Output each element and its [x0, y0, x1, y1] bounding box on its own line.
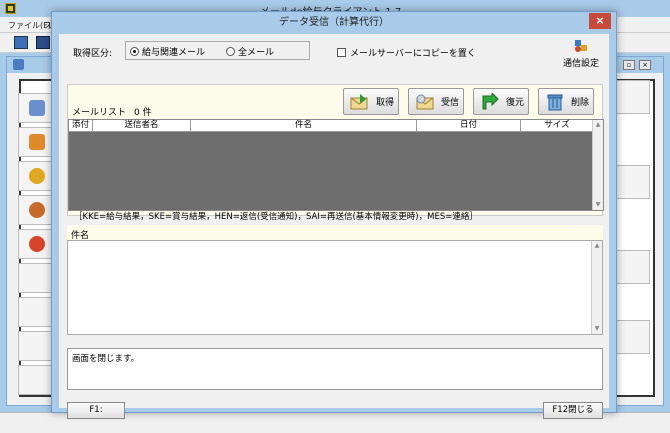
radio-salary-mail[interactable]: 給与関連メール	[130, 45, 205, 58]
menu-tile-icon	[29, 134, 45, 150]
checkbox-icon	[337, 48, 346, 57]
menu-tile-3[interactable]	[18, 161, 54, 191]
menu-tile-5[interactable]	[18, 229, 54, 259]
checkbox-label: メールサーバーにコピーを置く	[350, 49, 476, 59]
gears-icon	[29, 202, 45, 218]
gauge-icon	[29, 236, 45, 252]
radio-label: 全メール	[238, 48, 275, 58]
column-date[interactable]: 日付	[417, 120, 521, 132]
filter-label: 取得区分:	[73, 49, 113, 59]
column-attachment[interactable]: 添付	[69, 120, 93, 132]
dialog-body: 取得区分: 給与関連メール 全メール メールサーバーにコピーを置く 通信設定 メ…	[59, 34, 609, 419]
mail-list-panel: メールリスト 0 件 取得 受信 復元 削除 添付 送信者名 件名 日付 サイズ…	[67, 84, 604, 216]
data-receive-dialog: データ受信（計算代行） × 取得区分: 給与関連メール 全メール メールサーバー…	[51, 11, 617, 419]
receive-label: 受信	[441, 98, 460, 108]
child-close-icon[interactable]: ×	[639, 60, 651, 70]
scroll-down-icon[interactable]: ▼	[592, 324, 602, 334]
fetch-button[interactable]: 取得	[343, 88, 399, 115]
mail-fetch-icon	[350, 93, 368, 109]
menu-tile-8[interactable]	[18, 331, 54, 361]
child-restore-icon[interactable]: ▫	[623, 60, 635, 70]
app-logo-icon	[5, 3, 16, 14]
radio-unselected-icon	[226, 47, 235, 56]
scroll-down-icon[interactable]: ▼	[593, 200, 603, 210]
scroll-up-icon[interactable]: ▲	[592, 241, 602, 251]
menu-tile-9[interactable]	[18, 365, 54, 395]
toolbar-window-icon[interactable]	[14, 36, 28, 49]
scroll-up-icon[interactable]: ▲	[593, 120, 603, 130]
mail-list-scrollbar[interactable]: ▲ ▼	[592, 120, 603, 210]
subject-scrollbar[interactable]: ▲ ▼	[591, 241, 602, 334]
menu-tile-2[interactable]	[18, 127, 54, 157]
dialog-title: データ受信（計算代行）	[279, 17, 389, 28]
copy-on-server-checkbox[interactable]: メールサーバーにコピーを置く	[337, 46, 476, 59]
right-tile-2[interactable]	[616, 165, 650, 199]
radio-all-mail[interactable]: 全メール	[226, 45, 274, 58]
radio-label: 給与関連メール	[142, 48, 206, 58]
radio-selected-icon	[130, 47, 139, 56]
menu-tile-7[interactable]	[18, 297, 54, 327]
status-message: 画面を閉じます。	[72, 354, 140, 364]
right-tile-4[interactable]	[616, 320, 650, 354]
menu-tile-icon	[29, 100, 45, 116]
table-header: 添付 送信者名 件名 日付 サイズ	[69, 120, 593, 132]
mail-type-legend: ［KKE=給与結果，SKE=賞与結果，HEN=返信(受信通知)，SAI=再送信(…	[74, 212, 478, 222]
restore-label: 復元	[506, 98, 525, 108]
receive-button[interactable]: 受信	[408, 88, 464, 115]
column-size[interactable]: サイズ	[521, 120, 593, 132]
mail-list-table[interactable]: 添付 送信者名 件名 日付 サイズ ▲ ▼	[68, 119, 604, 211]
menu-tile-4[interactable]	[18, 195, 54, 225]
subject-panel: 件名 ▲ ▼	[67, 225, 603, 335]
menu-tile-1[interactable]	[18, 93, 54, 123]
right-tile-1[interactable]	[616, 80, 650, 114]
restore-arrow-icon	[482, 92, 499, 109]
close-icon[interactable]: ×	[589, 13, 611, 29]
delete-button[interactable]: 削除	[538, 88, 594, 115]
connection-settings-button[interactable]: 通信設定	[559, 37, 603, 69]
trash-icon	[547, 94, 563, 110]
mail-receive-icon	[416, 94, 434, 109]
subject-textarea[interactable]: ▲ ▼	[67, 240, 603, 335]
mail-list-label: メールリスト	[72, 108, 127, 118]
column-sender[interactable]: 送信者名	[93, 120, 191, 132]
gear-icon	[29, 168, 45, 184]
restore-button[interactable]: 復元	[473, 88, 529, 115]
toolbar-tool-icon[interactable]	[36, 36, 50, 49]
child-window-icon	[13, 59, 24, 70]
mail-count: 0 件	[134, 108, 152, 118]
column-subject[interactable]: 件名	[191, 120, 417, 132]
filter-radio-group: 給与関連メール 全メール	[125, 41, 310, 60]
f12-close-button[interactable]: F12閉じる	[543, 402, 603, 419]
delete-label: 削除	[571, 98, 590, 108]
menu-tile-6[interactable]	[18, 263, 54, 293]
status-message-box: 画面を閉じます。	[67, 348, 603, 390]
network-settings-icon	[575, 40, 587, 52]
right-tile-3[interactable]	[616, 250, 650, 284]
f1-button[interactable]: F1:	[67, 402, 125, 419]
fetch-label: 取得	[376, 98, 395, 108]
settings-label: 通信設定	[562, 59, 599, 69]
